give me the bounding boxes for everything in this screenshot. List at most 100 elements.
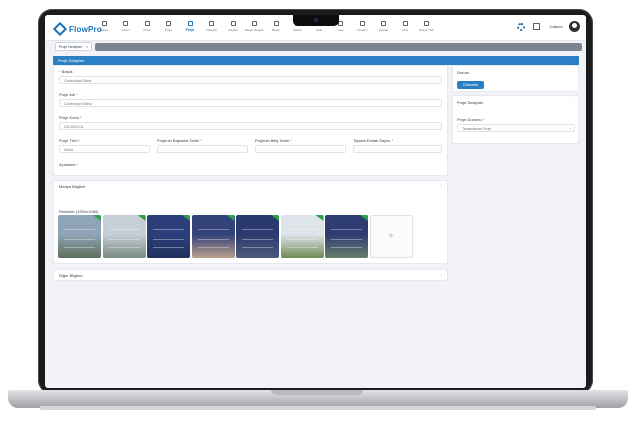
photo-detail (197, 247, 229, 248)
laptop-shadow (40, 406, 596, 410)
nav-item-label: Takvim (292, 28, 303, 32)
nav-item-7[interactable]: Belge Oluştur (245, 19, 265, 37)
photos-label: Resimler (1920x1080) (59, 209, 99, 214)
photo-detail (108, 247, 140, 248)
start-date-input[interactable]: - (157, 145, 248, 153)
photo-detail (331, 247, 362, 248)
add-photo-button[interactable]: + (369, 215, 413, 258)
nav-item-label: Dosya Yük. (418, 28, 435, 32)
laptop-groove (271, 390, 363, 395)
nav-item-1[interactable]: Görev (116, 19, 136, 37)
tab-label: Proje Detayları (59, 45, 83, 49)
nav-item-2[interactable]: Proje (137, 19, 157, 37)
page-title-bar: Proje Detayları (53, 56, 579, 65)
close-icon[interactable]: × (86, 45, 88, 49)
nav-item-label: Proje (185, 28, 195, 32)
title-input[interactable]: Cumhuriyet Sitesi (59, 76, 442, 84)
chevron-right-icon[interactable]: › (573, 99, 574, 104)
media-section-title: Medya Bilgileri (59, 184, 86, 189)
tab-proje-detaylari[interactable]: Proje Detayları × (55, 42, 92, 51)
photo-detail (286, 229, 318, 230)
photo-detail (108, 229, 140, 230)
nav-item-label: Yönetim (356, 28, 368, 32)
tag-icon (209, 21, 214, 26)
project-code-input[interactable]: CM-2023-04 (59, 122, 442, 130)
nav-item-13[interactable]: Ayarlar (374, 19, 394, 37)
check-icon (360, 215, 368, 221)
photo-7[interactable] (325, 215, 368, 258)
property-count-input[interactable]: - (353, 145, 442, 153)
nav-item-label: Liste (337, 28, 344, 32)
document-icon (252, 21, 257, 26)
photo-detail (286, 247, 318, 248)
settings-icon (381, 21, 386, 26)
upload-icon (424, 21, 429, 26)
fullscreen-icon[interactable] (532, 23, 540, 30)
nav-item-label: Listele (99, 28, 109, 32)
nav-item-8[interactable]: Rapor (266, 19, 286, 37)
top-right-tools: Kullanıcı (516, 21, 580, 32)
field-label-emlak-sayisi: Toplam Emlak Sayısı * (353, 138, 394, 143)
project-details-card: Proje Detayları › Proje Durumu * Tamamla… (452, 95, 579, 144)
photo-detail (108, 239, 140, 240)
app-screen: FlowPro Listele Görev Proje Proje Proje Kateg… (45, 15, 586, 388)
check-icon (137, 215, 146, 221)
camera-icon (314, 18, 318, 22)
other-info-section[interactable]: Diğer Bilgileri › (53, 269, 448, 281)
photo-detail (153, 229, 184, 230)
photo-detail (242, 239, 273, 240)
field-label-aciklama: Açıklama * (59, 162, 79, 167)
update-button[interactable]: Güncelle (457, 81, 484, 89)
nav-item-label: Belge Oluştur (245, 28, 264, 32)
photo-5[interactable] (236, 215, 279, 258)
chevron-right-icon[interactable]: › (441, 183, 442, 188)
admin-icon (359, 21, 365, 26)
photo-6[interactable] (280, 215, 324, 258)
nav-item-label: Kaydet (228, 28, 238, 32)
field-label-baslik: * Başlık (59, 69, 73, 74)
chevron-down-icon[interactable]: ⌄ (569, 125, 572, 130)
exit-icon (402, 21, 408, 26)
photo-detail (331, 229, 362, 230)
nav-item-12[interactable]: Yönetim (352, 19, 372, 37)
project-name-input[interactable]: Cumhuriyet Sitesi (59, 99, 442, 107)
chevron-right-icon[interactable]: › (573, 69, 574, 74)
nav-item-0[interactable]: Listele (94, 19, 114, 37)
nav-item-label: Proje (164, 28, 172, 32)
avatar[interactable] (569, 21, 580, 32)
media-section: Medya Bilgileri › Resimler (1920x1080) + (53, 180, 448, 264)
project-status-select[interactable]: Tamamlanan Proje (457, 124, 575, 132)
chart-icon (273, 21, 279, 26)
nav-item-14[interactable]: Çıkış (395, 19, 415, 37)
user-name[interactable]: Kullanıcı (550, 25, 563, 29)
photo-detail (153, 239, 184, 240)
photo-4[interactable] (191, 215, 235, 258)
photo-2[interactable] (102, 215, 146, 258)
nav-item-6[interactable]: Kaydet (223, 19, 243, 37)
check-icon (315, 215, 324, 221)
nav-item-label: Rapor (271, 28, 281, 32)
field-label-proje-turu: Proje Türü * (59, 138, 81, 143)
chevron-right-icon[interactable]: › (441, 272, 442, 277)
logo-icon (52, 21, 68, 37)
end-date-input[interactable]: - (255, 145, 346, 153)
folder-icon (144, 21, 150, 26)
project-type-select[interactable]: Konut (59, 145, 150, 153)
nav-item-15[interactable]: Dosya Yük. (417, 19, 437, 37)
project-icon (187, 21, 193, 26)
nav-item-label: Kategori (205, 28, 218, 32)
photo-detail (286, 239, 318, 240)
photo-1[interactable] (58, 215, 101, 258)
list-icon (101, 21, 107, 26)
field-label-proje-adi: Proje Adı * (59, 92, 78, 97)
check-icon (271, 215, 279, 221)
nav-menu: Listele Görev Proje Proje Proje Kategori Kayde… (94, 19, 438, 37)
save-icon (230, 21, 236, 26)
check-icon (182, 215, 190, 221)
gear-icon[interactable] (516, 22, 525, 31)
photo-detail (64, 229, 95, 230)
nav-item-5[interactable]: Kategori (202, 19, 222, 37)
photo-3[interactable] (147, 215, 190, 258)
nav-item-4[interactable]: Proje (180, 19, 200, 37)
nav-item-3[interactable]: Proje (159, 19, 179, 37)
